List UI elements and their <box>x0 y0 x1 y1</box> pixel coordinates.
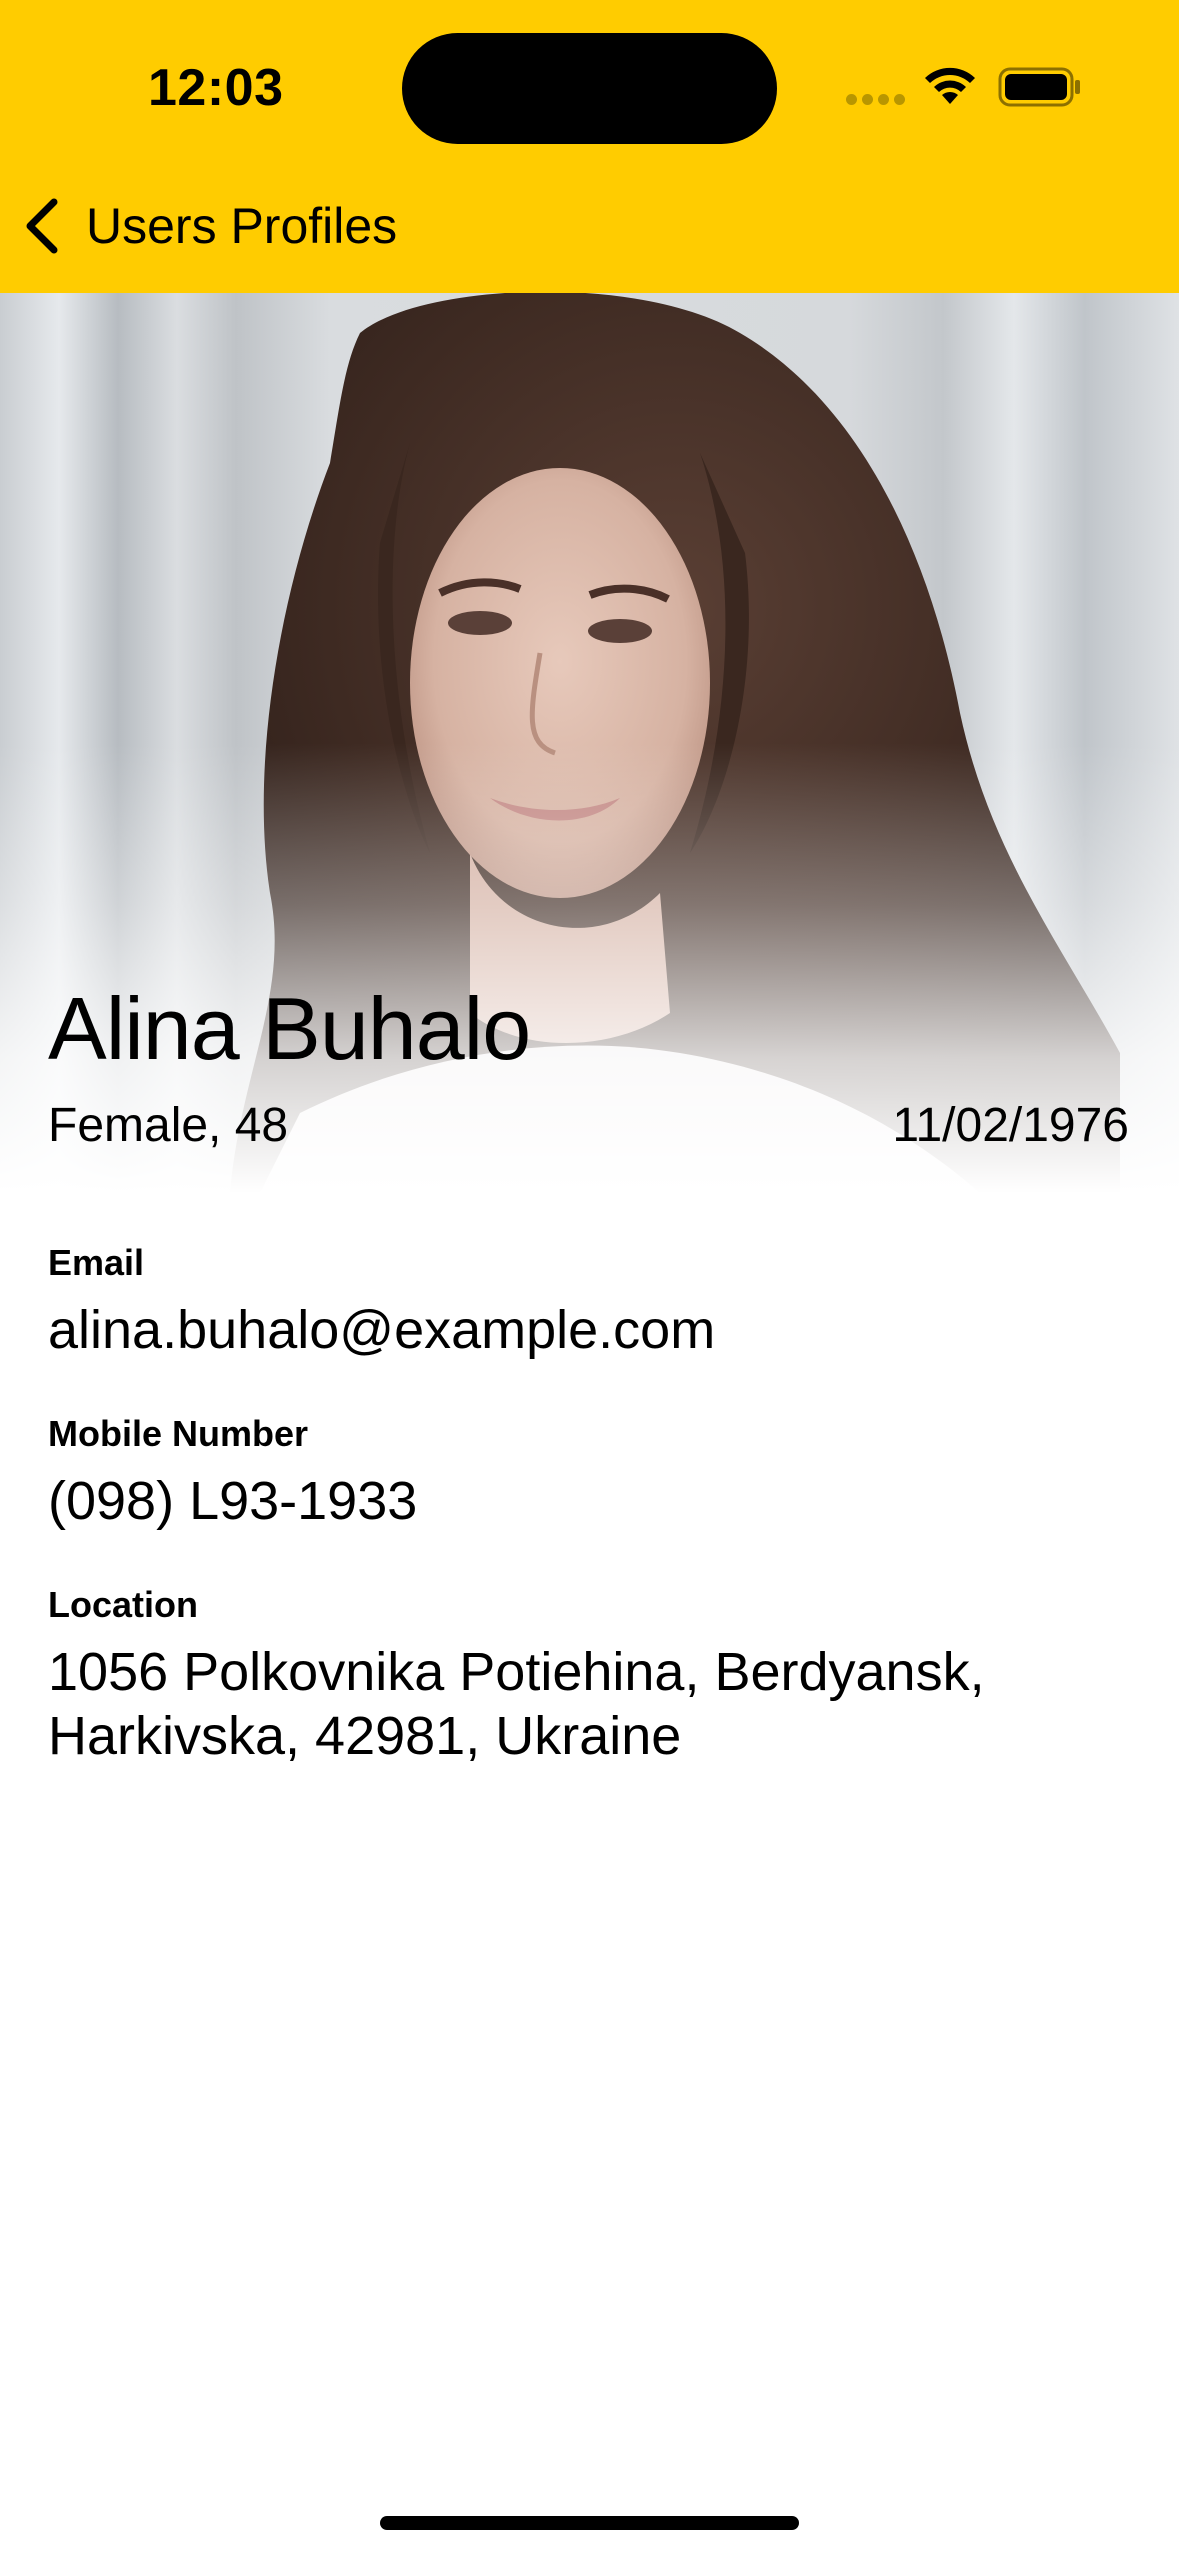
back-button-label: Users Profiles <box>86 198 398 254</box>
profile-detail-screen: 12:03 Users Profiles Alina Buhalo Female… <box>0 0 1179 2556</box>
location-label: Location <box>48 1584 198 1625</box>
mobile-number-label: Mobile Number <box>48 1413 309 1454</box>
mobile-number-value[interactable]: (098) L93-1933 <box>48 1469 1128 1533</box>
home-indicator[interactable] <box>380 2516 799 2530</box>
navigation-header: 12:03 Users Profiles <box>0 0 1179 293</box>
location-value[interactable]: 1056 Polkovnika Potiehina, Berdyansk, Ha… <box>48 1640 1128 1768</box>
battery-icon <box>998 67 1080 107</box>
dynamic-island <box>402 33 777 144</box>
chevron-left-icon <box>26 198 58 254</box>
profile-name: Alina Buhalo <box>48 979 531 1078</box>
profile-date-of-birth: 11/02/1976 <box>892 1099 1129 1152</box>
profile-gender-age: Female, 48 <box>48 1099 289 1152</box>
wifi-icon <box>925 67 975 104</box>
email-label: Email <box>48 1242 145 1283</box>
status-time: 12:03 <box>148 59 284 117</box>
email-value[interactable]: alina.buhalo@example.com <box>48 1298 1128 1362</box>
signal-dots-icon <box>846 94 905 105</box>
back-button[interactable]: Users Profiles <box>20 190 397 262</box>
